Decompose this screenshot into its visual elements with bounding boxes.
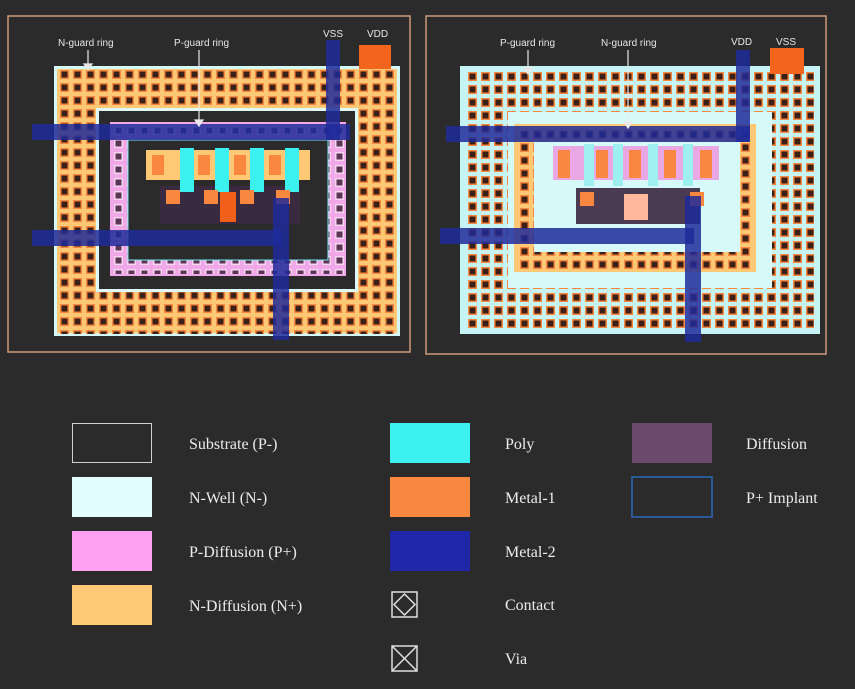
right-n-guard-label: N-guard ring [601,38,657,49]
right-vss-label: VSS [776,37,796,48]
left-layout: N-guard ring P-guard ring VSS VDD [7,15,411,353]
ndiff-label: N-Diffusion (N+) [189,598,303,615]
nwell-label: N-Well (N-) [189,490,268,507]
pimplant-label: P+ Implant [746,490,818,507]
right-vss-pad [770,48,804,74]
left-vdd-label: VDD [367,29,388,40]
substrate-label: Substrate (P-) [189,436,278,453]
layout-diagrams: N-guard ring P-guard ring VSS VDD P-guar… [7,15,827,355]
metal2-swatch [390,531,470,571]
left-n-guard-label: N-guard ring [58,38,114,49]
pdiff-label: P-Diffusion (P+) [189,544,297,561]
right-vdd-label: VDD [731,37,752,48]
left-vdd-pad [359,45,391,69]
metal1-label: Metal-1 [505,490,556,507]
contact-icon [391,591,418,618]
metal1-swatch [390,477,470,517]
diffusion-swatch [632,423,712,463]
left-vss-label: VSS [323,29,343,40]
right-layout: P-guard ring N-guard ring VDD VSS [425,15,827,355]
left-p-guard-label: P-guard ring [174,38,229,49]
nwell-swatch [72,477,152,517]
contact-label: Contact [505,597,555,614]
substrate-swatch [72,423,152,463]
ndiff-swatch [72,585,152,625]
pdiff-swatch [72,531,152,571]
via-label: Via [505,651,528,668]
right-labels: P-guard ring N-guard ring VDD VSS [500,37,796,49]
poly-swatch [390,423,470,463]
diffusion-label: Diffusion [746,436,808,453]
metal2-label: Metal-2 [505,544,556,561]
poly-label: Poly [505,436,535,453]
pimplant-swatch [631,476,713,518]
right-p-guard-label: P-guard ring [500,38,555,49]
via-icon [391,645,418,672]
